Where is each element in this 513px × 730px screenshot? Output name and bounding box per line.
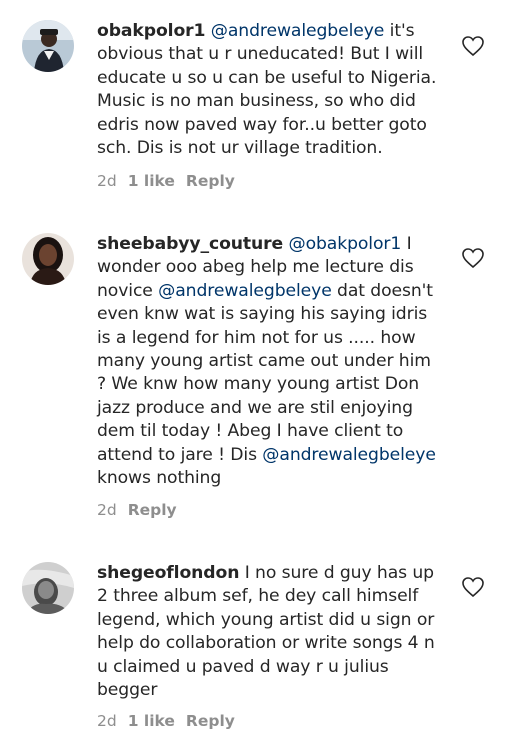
comment-meta: 2d 1 like Reply — [97, 172, 246, 190]
comment-mention[interactable]: @andrewalegbeleye — [211, 21, 385, 41]
comment-time: 2d — [97, 172, 117, 190]
comment-username[interactable]: obakpolor1 — [97, 21, 205, 41]
heart-outline-icon[interactable] — [461, 576, 485, 598]
heart-outline-icon[interactable] — [461, 247, 485, 269]
comment-likes[interactable]: 1 like — [128, 172, 175, 190]
reply-button[interactable]: Reply — [186, 712, 235, 730]
avatar[interactable] — [22, 20, 74, 72]
comment-meta: 2d 1 like Reply — [97, 712, 246, 730]
comment-text: obakpolor1 @andrewalegbeleye it's obviou… — [97, 20, 445, 160]
heart-outline-icon[interactable] — [461, 35, 485, 57]
comment-text: shegeoflondon I no sure d guy has up 2 t… — [97, 562, 445, 702]
comment-likes[interactable]: 1 like — [128, 712, 175, 730]
comment-body: knows nothing — [97, 468, 222, 489]
comment-body: it's obvious that u r uneducated! But I … — [97, 21, 437, 159]
comment-username[interactable]: shegeoflondon — [97, 563, 239, 583]
avatar[interactable] — [22, 562, 74, 614]
comment-mention[interactable]: @obakpolor1 — [288, 234, 401, 254]
comment-body: dat doesn't even knw wat is saying his s… — [97, 280, 433, 465]
comment-mention[interactable]: @andrewalegbeleye — [158, 281, 332, 301]
reply-button[interactable]: Reply — [186, 172, 235, 190]
reply-button[interactable]: Reply — [128, 501, 177, 519]
comment-time: 2d — [97, 501, 117, 519]
comment-meta: 2d Reply — [97, 501, 188, 519]
comment-username[interactable]: sheebabyy_couture — [97, 234, 283, 254]
comment-text: sheebabyy_couture @obakpolor1 I wonder o… — [97, 233, 445, 490]
avatar[interactable] — [22, 233, 74, 285]
comment-body: I no sure d guy has up 2 three album sef… — [97, 563, 435, 701]
comment-mention[interactable]: @andrewalegbeleye — [262, 445, 436, 465]
comment-time: 2d — [97, 712, 117, 730]
